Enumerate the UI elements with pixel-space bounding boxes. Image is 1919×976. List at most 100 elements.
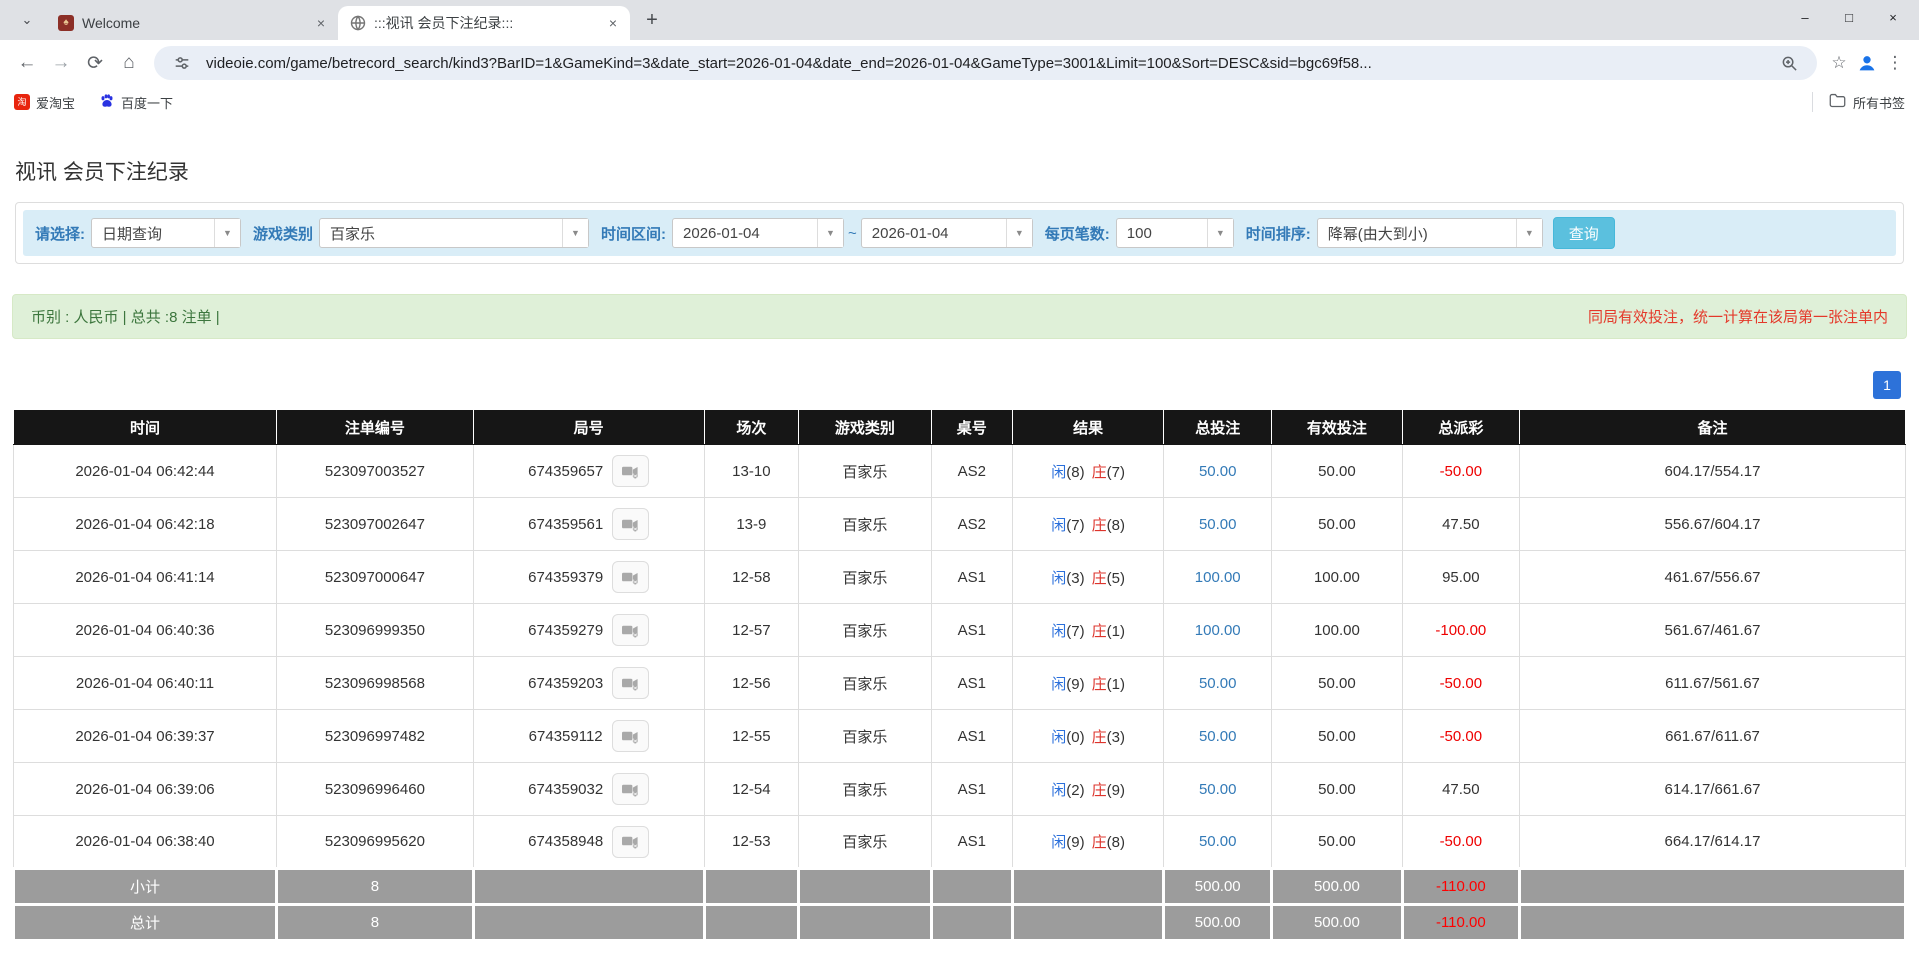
bet-records-table: 时间注单编号局号场次游戏类别桌号结果总投注有效投注总派彩备注 2026-01-0… xyxy=(12,409,1907,942)
page-content: 视讯 会员下注纪录 请选择: 日期查询 ▼ 游戏类别 百家乐 ▼ 时间区间: 2… xyxy=(0,156,1919,942)
banker-result: 庄 xyxy=(1092,623,1107,640)
table-footer-row: 小计 8 500.00 500.00 -110.00 xyxy=(14,869,1906,905)
globe-icon xyxy=(350,15,366,31)
cell-table: AS1 xyxy=(931,551,1012,604)
search-button[interactable]: 查询 xyxy=(1553,217,1615,249)
column-header-3: 场次 xyxy=(704,410,799,445)
total-bet-link[interactable]: 50.00 xyxy=(1199,675,1237,692)
video-replay-button[interactable] xyxy=(612,455,649,487)
new-tab-button[interactable]: + xyxy=(638,6,666,34)
page-1-button[interactable]: 1 xyxy=(1873,371,1901,399)
url-text[interactable]: videoie.com/game/betrecord_search/kind3?… xyxy=(206,55,1765,72)
tab-close-icon[interactable]: × xyxy=(604,14,622,32)
date-range-label: 时间区间: xyxy=(601,223,666,244)
minimize-button[interactable]: – xyxy=(1783,2,1827,32)
bookmark-label: 百度一下 xyxy=(121,93,173,112)
cell-total-bet: 100.00 xyxy=(1164,551,1272,604)
chevron-down-icon[interactable]: ▼ xyxy=(214,219,240,247)
chevron-down-icon[interactable]: ▼ xyxy=(1006,219,1032,247)
sort-select[interactable]: 降幂(由大到小) ▼ xyxy=(1317,218,1543,248)
cell-valid-bet: 100.00 xyxy=(1272,604,1403,657)
date-start-select[interactable]: 2026-01-04 ▼ xyxy=(672,218,844,248)
cell-round: 674359379 xyxy=(473,551,704,604)
video-replay-button[interactable] xyxy=(612,773,649,805)
total-bet-link[interactable]: 50.00 xyxy=(1199,516,1237,533)
total-bet-link[interactable]: 100.00 xyxy=(1195,622,1241,639)
cell-game: 百家乐 xyxy=(799,551,931,604)
video-replay-button[interactable] xyxy=(612,826,649,858)
footer-valid-bet: 500.00 xyxy=(1272,869,1403,905)
table-row: 2026-01-04 06:40:36 523096999350 6743592… xyxy=(14,604,1906,657)
back-icon[interactable]: ← xyxy=(10,46,44,80)
column-header-5: 桌号 xyxy=(931,410,1012,445)
cell-time: 2026-01-04 06:42:18 xyxy=(14,498,277,551)
chevron-down-icon[interactable]: ▼ xyxy=(1207,219,1233,247)
total-bet-link[interactable]: 50.00 xyxy=(1199,463,1237,480)
page-size-select[interactable]: 100 ▼ xyxy=(1116,218,1234,248)
cell-payout: 47.50 xyxy=(1402,498,1519,551)
tab-title: Welcome xyxy=(82,15,304,31)
menu-dots-icon[interactable]: ⋮ xyxy=(1881,49,1909,77)
forward-icon[interactable]: → xyxy=(44,46,78,80)
total-bet-link[interactable]: 50.00 xyxy=(1199,728,1237,745)
cell-time: 2026-01-04 06:39:37 xyxy=(14,710,277,763)
video-replay-button[interactable] xyxy=(612,561,649,593)
game-kind-select[interactable]: 百家乐 ▼ xyxy=(319,218,589,248)
cell-session: 12-58 xyxy=(704,551,799,604)
total-bet-link[interactable]: 50.00 xyxy=(1199,833,1237,850)
date-end-select[interactable]: 2026-01-04 ▼ xyxy=(861,218,1033,248)
chevron-down-icon[interactable]: ▼ xyxy=(1516,219,1542,247)
site-settings-icon[interactable] xyxy=(168,49,196,77)
cell-result: 闲(9)庄(1) xyxy=(1012,657,1163,710)
footer-payout: -110.00 xyxy=(1402,869,1519,905)
video-replay-button[interactable] xyxy=(612,667,649,699)
player-result: 闲 xyxy=(1051,517,1066,534)
cell-table: AS1 xyxy=(931,657,1012,710)
bookmarks-bar: 淘 爱淘宝 百度一下 所有书签 xyxy=(0,86,1919,118)
cell-session: 12-55 xyxy=(704,710,799,763)
video-replay-button[interactable] xyxy=(612,508,649,540)
footer-label: 小计 xyxy=(14,869,277,905)
all-bookmarks-button[interactable]: 所有书签 xyxy=(1812,92,1905,112)
pagination: 1 xyxy=(12,371,1901,399)
footer-total-bet: 500.00 xyxy=(1164,905,1272,941)
bookmark-taobao[interactable]: 淘 爱淘宝 xyxy=(14,93,75,112)
home-icon[interactable]: ⌂ xyxy=(112,46,146,80)
cell-time: 2026-01-04 06:42:44 xyxy=(14,445,277,498)
video-replay-button[interactable] xyxy=(612,720,649,752)
tab-welcome[interactable]: ♠ Welcome × xyxy=(46,6,338,40)
maximize-button[interactable]: □ xyxy=(1827,2,1871,32)
bookmark-label: 爱淘宝 xyxy=(36,93,75,112)
tab-betrecord[interactable]: :::视讯 会员下注纪录::: × xyxy=(338,6,630,40)
banker-result: 庄 xyxy=(1092,570,1107,587)
cell-round: 674359279 xyxy=(473,604,704,657)
chevron-down-icon[interactable]: ▼ xyxy=(817,219,843,247)
total-bet-link[interactable]: 100.00 xyxy=(1195,569,1241,586)
reload-icon[interactable]: ⟳ xyxy=(78,46,112,80)
cell-session: 12-56 xyxy=(704,657,799,710)
query-type-select[interactable]: 日期查询 ▼ xyxy=(91,218,241,248)
column-header-9: 总派彩 xyxy=(1402,410,1519,445)
cell-game: 百家乐 xyxy=(799,710,931,763)
page-title: 视讯 会员下注纪录 xyxy=(15,156,1904,186)
bookmark-baidu[interactable]: 百度一下 xyxy=(99,93,173,112)
cell-total-bet: 100.00 xyxy=(1164,604,1272,657)
banker-result: 庄 xyxy=(1092,517,1107,534)
table-row: 2026-01-04 06:39:37 523096997482 6743591… xyxy=(14,710,1906,763)
close-window-button[interactable]: × xyxy=(1871,2,1915,32)
tab-search-chevron-icon[interactable]: ⌄ xyxy=(14,7,40,33)
cell-game: 百家乐 xyxy=(799,604,931,657)
zoom-icon[interactable] xyxy=(1775,49,1803,77)
table-header-row: 时间注单编号局号场次游戏类别桌号结果总投注有效投注总派彩备注 xyxy=(14,410,1906,445)
address-bar[interactable]: videoie.com/game/betrecord_search/kind3?… xyxy=(154,46,1817,80)
bookmark-star-icon[interactable]: ☆ xyxy=(1825,49,1853,77)
cell-result: 闲(2)庄(9) xyxy=(1012,763,1163,816)
table-row: 2026-01-04 06:38:40 523096995620 6743589… xyxy=(14,816,1906,869)
tab-close-icon[interactable]: × xyxy=(312,14,330,32)
video-replay-button[interactable] xyxy=(612,614,649,646)
cell-note: 611.67/561.67 xyxy=(1519,657,1905,710)
cell-note: 461.67/556.67 xyxy=(1519,551,1905,604)
chevron-down-icon[interactable]: ▼ xyxy=(562,219,588,247)
total-bet-link[interactable]: 50.00 xyxy=(1199,781,1237,798)
profile-avatar-icon[interactable] xyxy=(1853,49,1881,77)
